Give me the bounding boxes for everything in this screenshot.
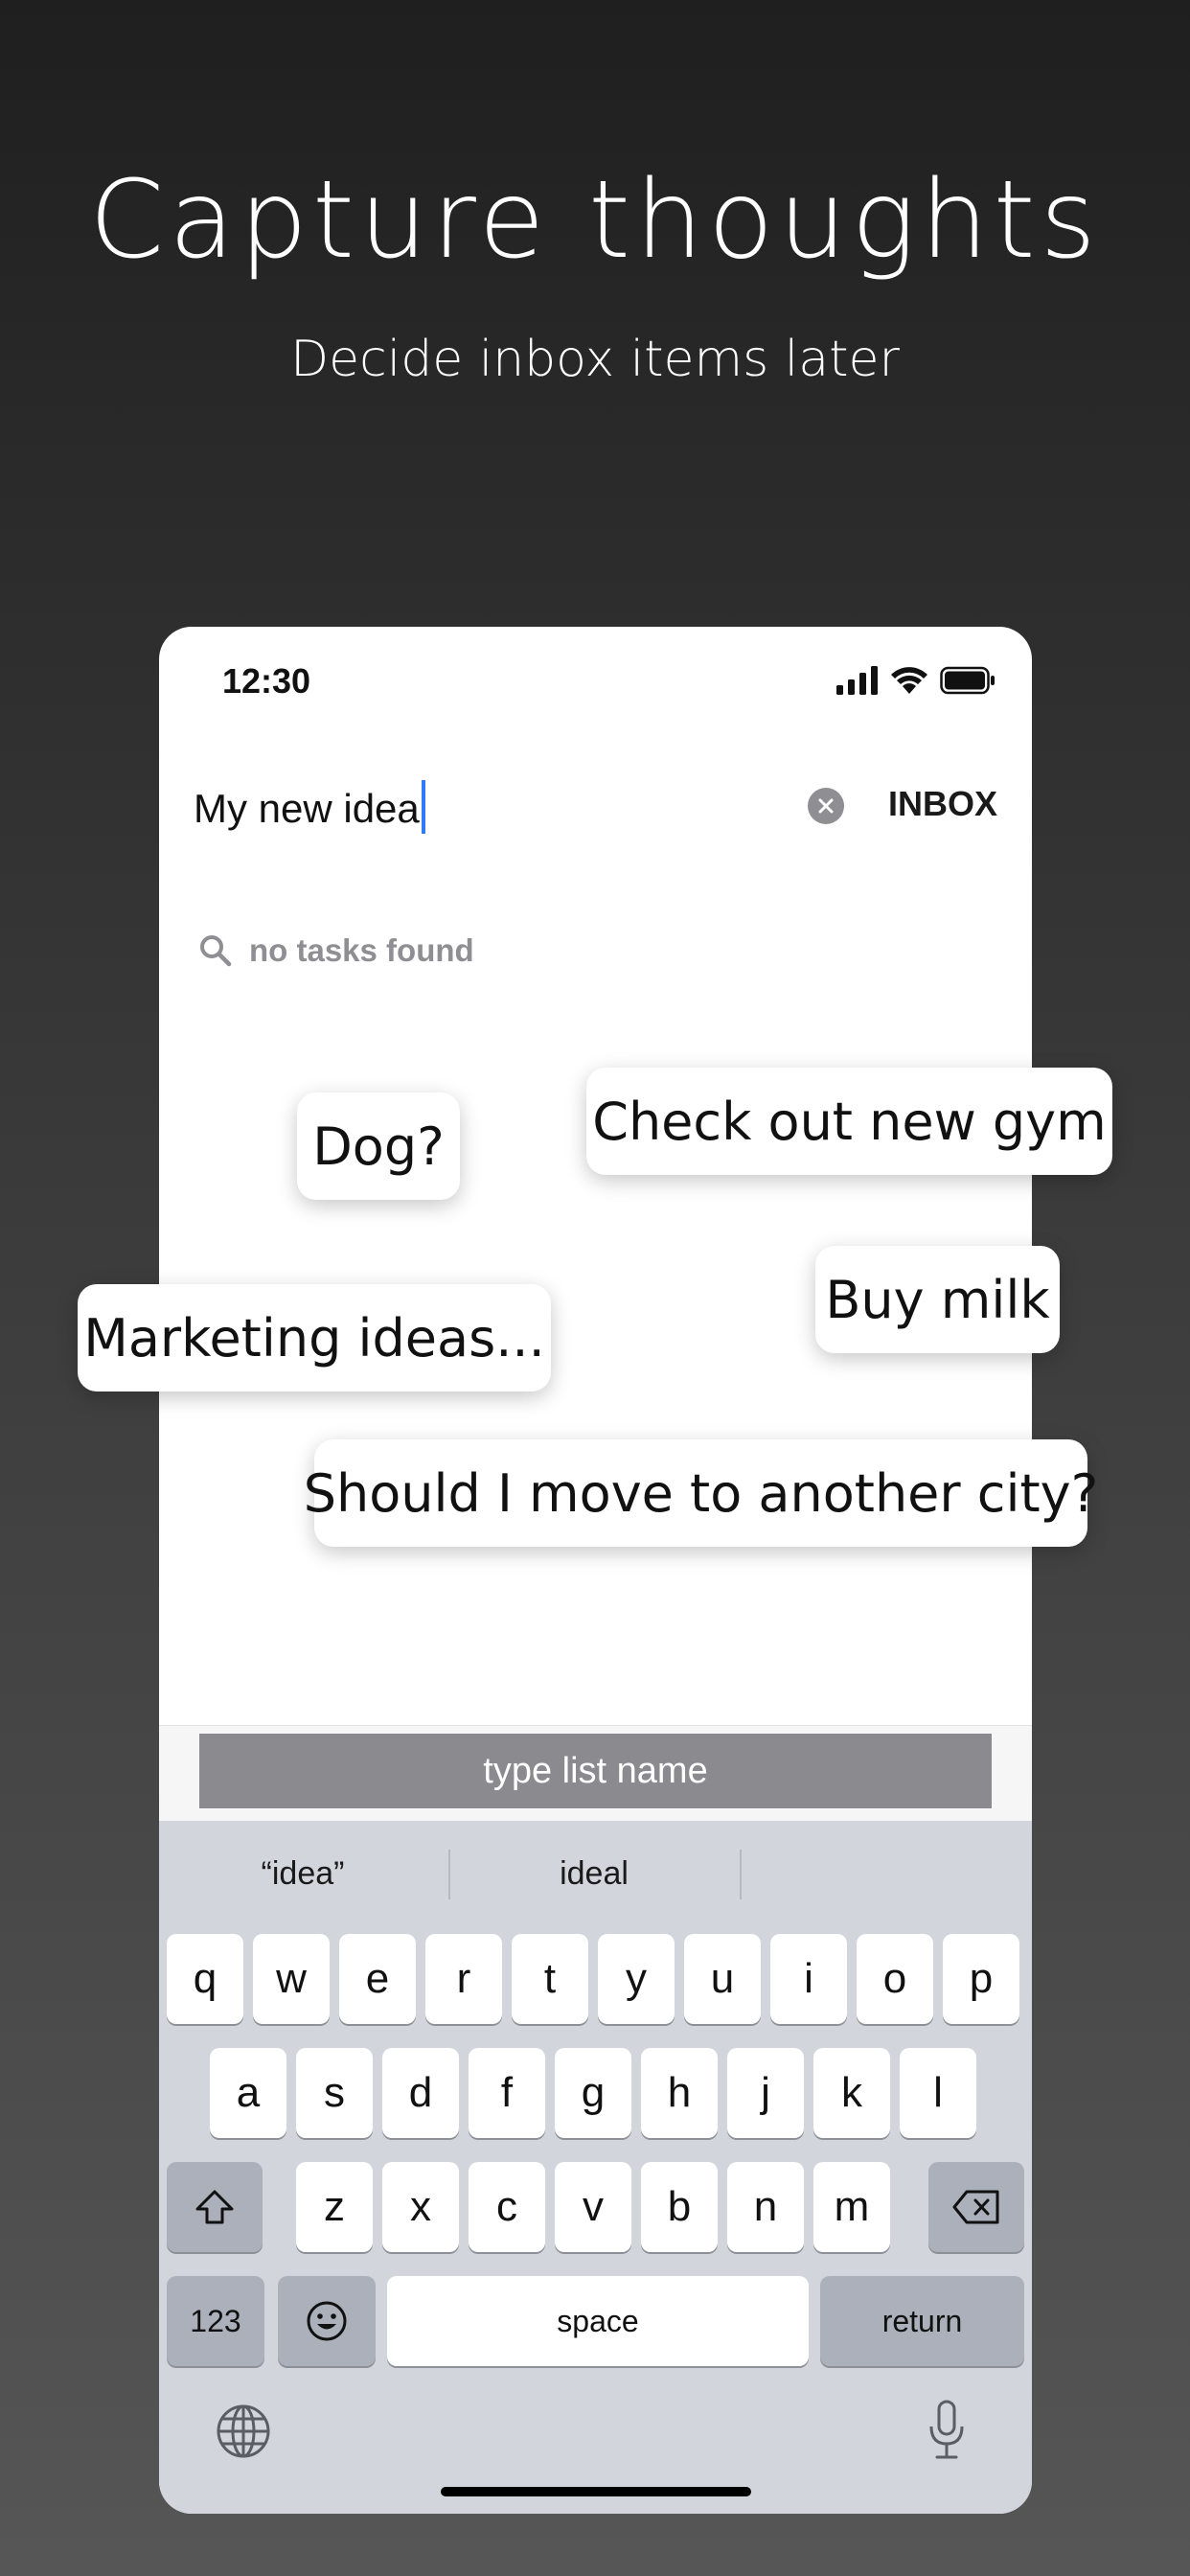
status-icons [836,663,995,698]
thought-bubble: Dog? [297,1092,460,1200]
task-input-row: My new idea INBOX [194,769,997,849]
battery-icon [940,666,995,695]
thought-bubble: Buy milk [815,1246,1060,1353]
text-caret [421,780,425,834]
key-q[interactable]: q [167,1934,243,2024]
signal-icon [836,666,878,695]
microphone-button[interactable] [926,2399,968,2462]
thought-bubble: Marketing ideas... [78,1284,551,1392]
suggestion-2[interactable]: ideal [450,1821,738,1926]
inbox-button[interactable]: INBOX [888,784,997,824]
key-e[interactable]: e [339,1934,416,2024]
key-f[interactable]: f [469,2048,545,2138]
key-r[interactable]: r [425,1934,502,2024]
shift-icon [195,2190,234,2224]
emoji-key[interactable] [278,2276,376,2366]
return-key[interactable]: return [820,2276,1024,2366]
globe-icon [217,2404,270,2458]
microphone-icon [929,2400,964,2459]
thought-bubble: Should I move to another city? [304,1439,1098,1547]
key-i[interactable]: i [770,1934,847,2024]
key-g[interactable]: g [555,2048,631,2138]
thought-bubble: Check out new gym [586,1068,1112,1175]
key-m[interactable]: m [813,2162,890,2252]
suggestion-1[interactable]: “idea” [159,1821,446,1926]
promo-headline: Capture thoughts [89,158,1101,283]
key-x[interactable]: x [382,2162,459,2252]
key-y[interactable]: y [598,1934,675,2024]
backspace-icon [952,2190,999,2224]
list-name-input[interactable]: type list name [199,1734,992,1808]
list-name-toolbar: type list name [159,1725,1032,1822]
globe-button[interactable] [215,2403,272,2460]
key-w[interactable]: w [253,1934,330,2024]
key-u[interactable]: u [684,1934,761,2024]
key-a[interactable]: a [210,2048,286,2138]
search-empty-state: no tasks found [199,930,474,972]
suggestion-divider [740,1850,742,1899]
clear-button[interactable] [808,788,844,824]
key-d[interactable]: d [382,2048,459,2138]
numbers-key[interactable]: 123 [167,2276,264,2366]
shift-key[interactable] [167,2162,263,2252]
promo-subheadline: Decide inbox items later [290,331,900,388]
key-z[interactable]: z [296,2162,373,2252]
wifi-icon [891,667,927,694]
search-empty-text: no tasks found [249,932,474,968]
key-o[interactable]: o [857,1934,933,2024]
key-v[interactable]: v [555,2162,631,2252]
emoji-icon [307,2301,347,2341]
key-t[interactable]: t [512,1934,588,2024]
key-c[interactable]: c [469,2162,545,2252]
backspace-key[interactable] [928,2162,1024,2252]
key-j[interactable]: j [727,2048,804,2138]
task-input[interactable]: My new idea [194,780,425,834]
key-n[interactable]: n [727,2162,804,2252]
clear-icon [818,798,834,814]
phone-screen: 12:30 My new idea INBOX no tasks found t… [159,627,1032,2514]
status-time: 12:30 [222,661,311,701]
home-indicator [441,2487,751,2496]
search-icon [200,935,232,967]
task-input-value: My new idea [194,786,420,831]
key-k[interactable]: k [813,2048,890,2138]
key-l[interactable]: l [900,2048,976,2138]
key-h[interactable]: h [641,2048,718,2138]
keyboard: “idea” ideal q w e r t y u i o p a s d f… [159,1821,1032,2514]
key-s[interactable]: s [296,2048,373,2138]
key-p[interactable]: p [943,1934,1019,2024]
space-key[interactable]: space [387,2276,809,2366]
key-b[interactable]: b [641,2162,718,2252]
